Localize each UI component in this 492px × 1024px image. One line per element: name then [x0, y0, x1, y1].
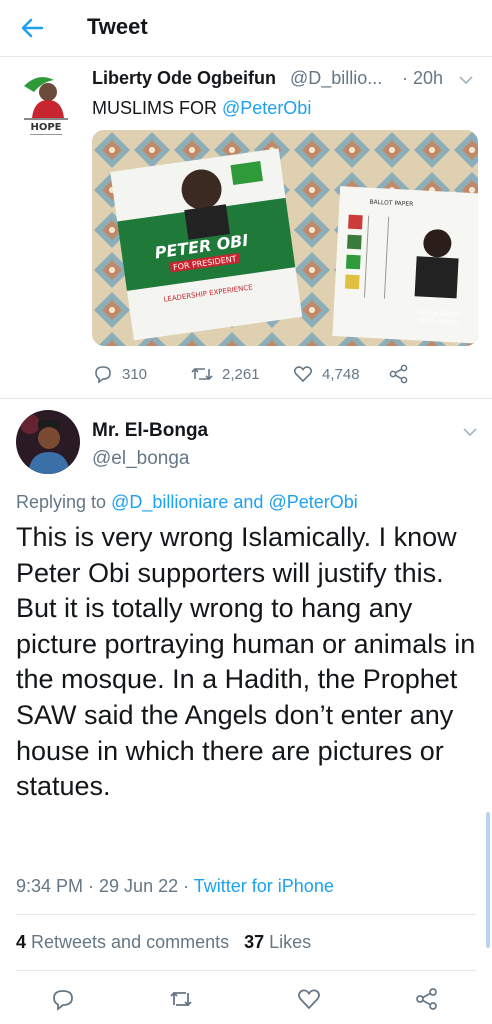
avatar[interactable]: HOPE	[20, 70, 72, 140]
heart-icon[interactable]	[296, 986, 322, 1012]
author-name[interactable]: Liberty Ode Ogbeifun	[92, 68, 276, 89]
like-count: 4,748	[322, 365, 360, 383]
tweet-text: MUSLIMS FOR @PeterObi	[92, 98, 311, 119]
replying-prefix: Replying to	[16, 492, 112, 512]
tweet-actions: 310 2,261 4,748	[92, 362, 422, 386]
tweet-action-bar	[0, 982, 492, 1014]
header-divider	[0, 56, 492, 57]
tweet-stats: 4 Retweets and comments 37 Likes	[16, 932, 311, 953]
tweet-body: This is very wrong Islamically. I know P…	[16, 522, 476, 802]
like-action[interactable]: 4,748	[292, 362, 360, 386]
reply-mention-1[interactable]: @D_billioniare	[111, 492, 228, 512]
tweet-divider	[0, 398, 492, 399]
replying-to: Replying to @D_billioniare and @PeterObi	[16, 492, 358, 513]
reply-icon	[95, 366, 111, 384]
author-handle[interactable]: @el_bonga	[92, 448, 189, 470]
likes-stat[interactable]: 37 Likes	[244, 932, 311, 952]
reply-action[interactable]: 310	[92, 362, 147, 386]
stats-divider-top	[16, 914, 476, 915]
tweet-meta: 9:34 PM · 29 Jun 22 · Twitter for iPhone	[16, 876, 334, 897]
retweet-icon	[191, 367, 213, 381]
retweet-count: 2,261	[222, 365, 260, 383]
tweet-text-prefix: MUSLIMS FOR	[92, 98, 223, 118]
tweet-source[interactable]: Twitter for iPhone	[194, 876, 334, 896]
scrollbar[interactable]	[486, 812, 490, 948]
reply-count: 310	[122, 365, 148, 383]
avatar-hope-text: HOPE	[30, 122, 61, 133]
arrow-left-icon[interactable]	[18, 14, 46, 42]
retweet-action[interactable]: 2,261	[190, 362, 260, 386]
reply-and: and	[228, 492, 269, 512]
top-bar: Tweet	[0, 0, 492, 56]
stats-divider-bottom	[16, 970, 476, 971]
chevron-down-icon[interactable]	[458, 74, 474, 86]
reply-mention-2[interactable]: @PeterObi	[268, 492, 357, 512]
tweet-timestamp: 9:34 PM · 29 Jun 22 ·	[16, 876, 194, 896]
mention-link[interactable]: @PeterObi	[222, 98, 311, 118]
share-icon[interactable]	[414, 986, 440, 1012]
chevron-down-icon[interactable]	[462, 426, 478, 438]
tweet-time: · 20h	[402, 68, 444, 88]
retweets-stat[interactable]: 4 Retweets and comments	[16, 932, 229, 952]
heart-icon	[293, 366, 313, 383]
author-name[interactable]: Mr. El-Bonga	[92, 420, 208, 442]
page-title: Tweet	[87, 14, 148, 39]
tweet-image[interactable]: PETER OBI FOR PRESIDENT LEADERSHIP EXPER…	[92, 130, 478, 346]
author-handle[interactable]: @D_billio...	[290, 68, 382, 89]
share-action[interactable]	[388, 362, 410, 386]
retweet-icon[interactable]	[168, 986, 194, 1012]
avatar[interactable]	[16, 410, 80, 474]
share-icon	[389, 364, 408, 384]
reply-icon[interactable]	[50, 986, 76, 1012]
